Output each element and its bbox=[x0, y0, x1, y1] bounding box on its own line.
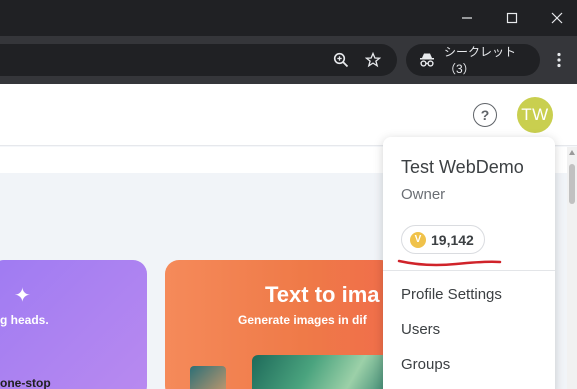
card-left-footer: one-stop bbox=[0, 376, 51, 389]
avatar-initials: TW bbox=[521, 105, 549, 124]
avatar[interactable]: TW bbox=[517, 97, 553, 133]
help-icon[interactable]: ? bbox=[473, 103, 497, 127]
minimize-icon[interactable] bbox=[444, 0, 490, 36]
menu-item-users[interactable]: Users bbox=[401, 321, 440, 338]
incognito-button[interactable]: シークレット（3） bbox=[406, 44, 540, 76]
help-glyph: ? bbox=[480, 107, 490, 123]
scroll-up-arrow-icon[interactable] bbox=[569, 150, 575, 155]
credits-badge[interactable]: V 19,142 bbox=[401, 225, 485, 254]
card-right-title: Text to ima bbox=[265, 282, 380, 307]
scrollbar-thumb[interactable] bbox=[569, 164, 575, 204]
kebab-menu-icon[interactable] bbox=[545, 46, 573, 74]
account-role: Owner bbox=[401, 186, 446, 203]
menu-divider bbox=[383, 270, 555, 271]
card-left-subtitle: g heads. bbox=[0, 313, 49, 327]
card-right-subtitle: Generate images in dif bbox=[238, 313, 367, 327]
menu-item-profile-settings[interactable]: Profile Settings bbox=[401, 286, 502, 303]
card-thumbnail-small bbox=[190, 366, 226, 389]
incognito-icon bbox=[418, 51, 436, 69]
star-icon[interactable] bbox=[359, 46, 387, 74]
incognito-label: シークレット（3） bbox=[444, 45, 517, 76]
close-icon[interactable] bbox=[534, 0, 577, 36]
card-thumbnail bbox=[252, 355, 392, 389]
red-annotation-underline bbox=[397, 259, 502, 267]
sparkle-icon: ✦ bbox=[14, 285, 31, 307]
coin-icon: V bbox=[410, 231, 426, 248]
maximize-icon[interactable] bbox=[489, 0, 535, 36]
zoom-icon[interactable] bbox=[327, 46, 355, 74]
account-name: Test WebDemo bbox=[401, 157, 524, 177]
menu-item-groups[interactable]: Groups bbox=[401, 356, 450, 373]
credits-value: 19,142 bbox=[431, 231, 474, 248]
